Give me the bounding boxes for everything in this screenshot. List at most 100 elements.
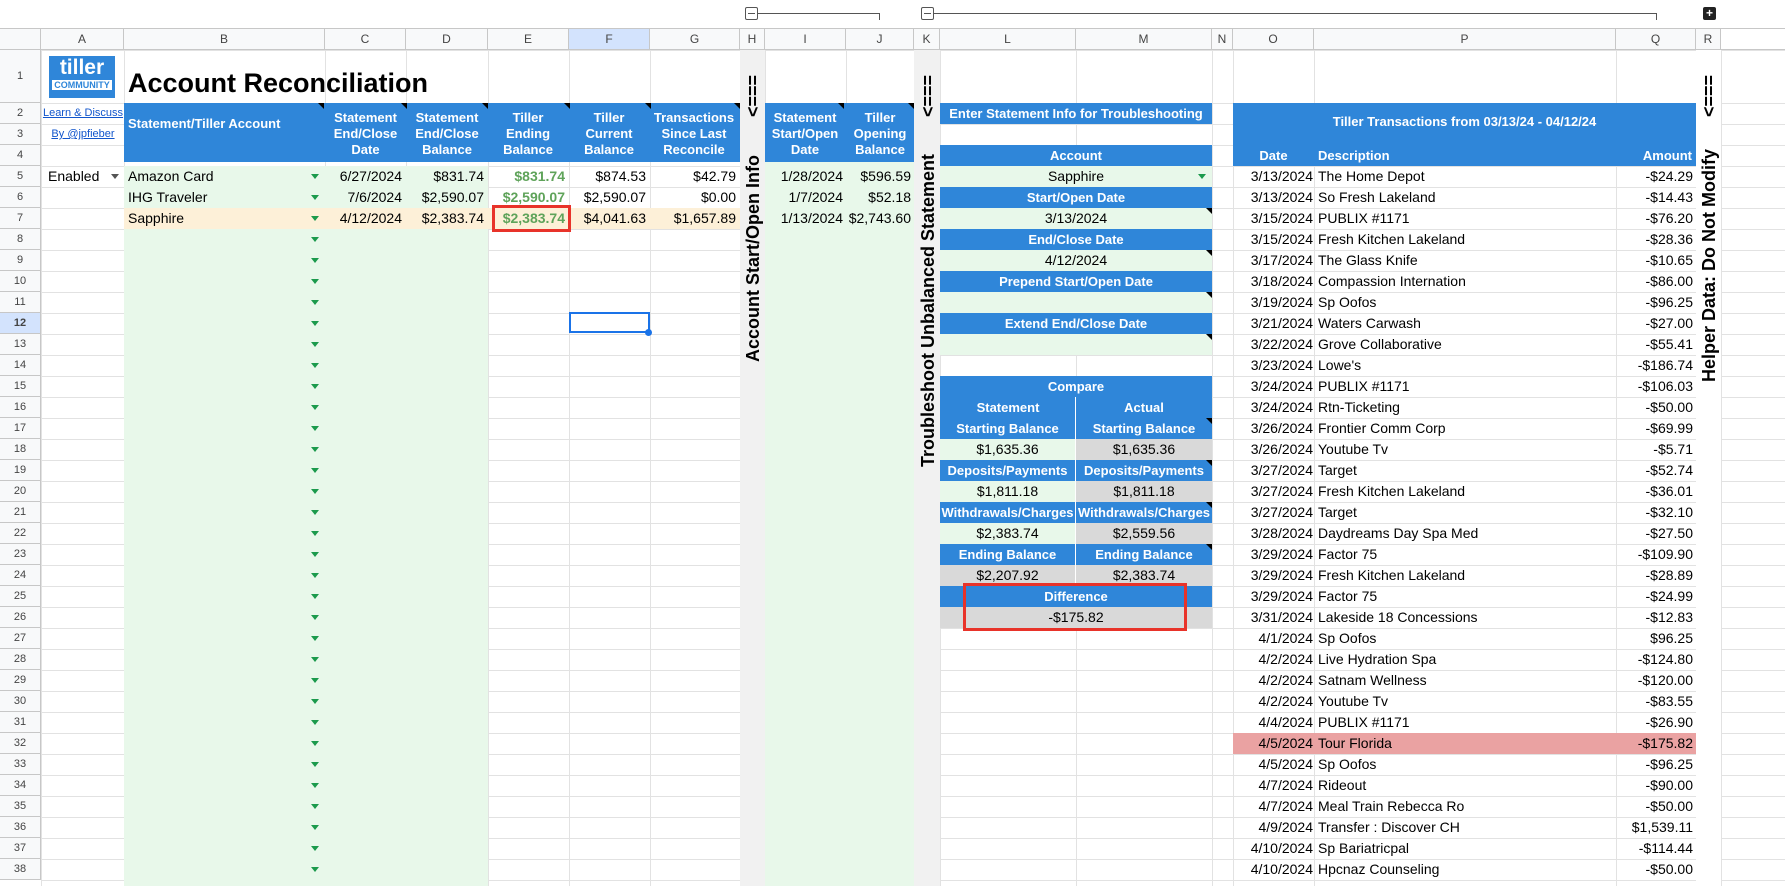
row-header-35[interactable]: 35 [0, 796, 41, 817]
end-date-cell[interactable]: 4/12/2024 [325, 208, 402, 229]
account-dropdown-icon[interactable] [311, 426, 319, 431]
column-header-o[interactable]: O [1233, 29, 1314, 50]
end-date-cell[interactable]: 6/27/2024 [325, 166, 402, 187]
column-header-f[interactable]: F [569, 29, 650, 50]
account-dropdown-icon[interactable] [311, 762, 319, 767]
column-header-b[interactable]: B [124, 29, 325, 50]
status-select[interactable]: Enabled [42, 166, 124, 187]
row-header-11[interactable]: 11 [0, 292, 41, 313]
row-header-33[interactable]: 33 [0, 754, 41, 775]
row-header-13[interactable]: 13 [0, 334, 41, 355]
account-dropdown-icon[interactable] [311, 258, 319, 263]
row-header-15[interactable]: 15 [0, 376, 41, 397]
row-header-7[interactable]: 7 [0, 208, 41, 229]
account-dropdown-icon[interactable] [311, 363, 319, 368]
selected-cell[interactable] [569, 312, 650, 333]
account-dropdown-icon[interactable] [311, 594, 319, 599]
author-link[interactable]: By @jpfieber [42, 128, 124, 140]
account-dropdown-icon[interactable] [311, 510, 319, 515]
account-dropdown-icon[interactable] [311, 804, 319, 809]
row-header-25[interactable]: 25 [0, 586, 41, 607]
account-dropdown-icon[interactable] [311, 615, 319, 620]
column-header-k[interactable]: K [914, 29, 940, 50]
row-header-26[interactable]: 26 [0, 607, 41, 628]
row-header-30[interactable]: 30 [0, 691, 41, 712]
account-dropdown-icon[interactable] [311, 321, 319, 326]
compare-statement-value[interactable]: $1,635.36 [940, 439, 1075, 460]
row-header-8[interactable]: 8 [0, 229, 41, 250]
column-header-g[interactable]: G [650, 29, 740, 50]
column-header-l[interactable]: L [940, 29, 1076, 50]
compare-statement-value[interactable]: $2,383.74 [940, 523, 1075, 544]
row-header-38[interactable]: 38 [0, 859, 41, 880]
prepend-date-input[interactable] [940, 292, 1212, 313]
column-header-m[interactable]: M [1076, 29, 1212, 50]
row-header-21[interactable]: 21 [0, 502, 41, 523]
account-dropdown-icon[interactable] [311, 720, 319, 725]
column-header-e[interactable]: E [488, 29, 569, 50]
start-date-cell[interactable]: 1/13/2024 [765, 208, 843, 229]
account-cell[interactable]: IHG Traveler [128, 187, 308, 208]
account-dropdown-icon[interactable] [311, 405, 319, 410]
account-dropdown-icon[interactable] [311, 657, 319, 662]
end-balance-cell[interactable]: $2,590.07 [406, 187, 484, 208]
column-header-a[interactable]: A [41, 29, 124, 50]
column-header-j[interactable]: J [846, 29, 914, 50]
end-balance-cell[interactable]: $831.74 [406, 166, 484, 187]
row-header-36[interactable]: 36 [0, 817, 41, 838]
row-header-5[interactable]: 5 [0, 166, 41, 187]
account-dropdown-icon[interactable] [311, 195, 319, 200]
row-header-18[interactable]: 18 [0, 439, 41, 460]
learn-discuss-link[interactable]: Learn & Discuss [42, 107, 124, 119]
account-dropdown-icon[interactable] [311, 678, 319, 683]
account-dropdown-icon[interactable] [311, 300, 319, 305]
account-dropdown-icon[interactable] [311, 636, 319, 641]
end-balance-cell[interactable]: $2,383.74 [406, 208, 484, 229]
account-dropdown-icon[interactable] [1198, 174, 1206, 179]
account-dropdown-icon[interactable] [311, 531, 319, 536]
column-header-d[interactable]: D [406, 29, 488, 50]
row-header-24[interactable]: 24 [0, 565, 41, 586]
row-header-6[interactable]: 6 [0, 187, 41, 208]
column-header-p[interactable]: P [1314, 29, 1616, 50]
account-dropdown-icon[interactable] [311, 573, 319, 578]
row-header-32[interactable]: 32 [0, 733, 41, 754]
row-header-4[interactable]: 4 [0, 145, 41, 166]
extend-date-input[interactable] [940, 334, 1212, 355]
account-dropdown-icon[interactable] [311, 783, 319, 788]
row-header-16[interactable]: 16 [0, 397, 41, 418]
row-header-23[interactable]: 23 [0, 544, 41, 565]
account-dropdown-icon[interactable] [311, 552, 319, 557]
row-header-28[interactable]: 28 [0, 649, 41, 670]
start-date-cell[interactable]: 1/28/2024 [765, 166, 843, 187]
start-date-cell[interactable]: 1/7/2024 [765, 187, 844, 208]
account-dropdown-icon[interactable] [311, 846, 319, 851]
row-header-10[interactable]: 10 [0, 271, 41, 292]
account-dropdown-icon[interactable] [311, 741, 319, 746]
row-header-3[interactable]: 3 [0, 124, 41, 145]
row-header-12[interactable]: 12 [0, 313, 41, 334]
collapse-group-2-icon[interactable] [921, 7, 934, 20]
account-dropdown-icon[interactable] [311, 489, 319, 494]
account-dropdown-icon[interactable] [311, 825, 319, 830]
expand-group-icon[interactable]: + [1703, 7, 1716, 20]
row-header-17[interactable]: 17 [0, 418, 41, 439]
fill-handle[interactable] [645, 329, 652, 336]
account-dropdown-icon[interactable] [311, 867, 319, 872]
account-dropdown-icon[interactable] [311, 468, 319, 473]
row-header-22[interactable]: 22 [0, 523, 41, 544]
row-header-19[interactable]: 19 [0, 460, 41, 481]
row-header-27[interactable]: 27 [0, 628, 41, 649]
column-header-h[interactable]: H [740, 29, 765, 50]
corner-cell[interactable] [0, 29, 41, 50]
end-date-cell[interactable]: 7/6/2024 [325, 187, 403, 208]
row-header-1[interactable]: 1 [0, 50, 41, 103]
account-dropdown-icon[interactable] [311, 279, 319, 284]
row-header-14[interactable]: 14 [0, 355, 41, 376]
column-header-c[interactable]: C [325, 29, 406, 50]
compare-statement-value[interactable]: $1,811.18 [940, 481, 1075, 502]
account-cell[interactable]: Sapphire [128, 208, 308, 229]
account-dropdown-icon[interactable] [311, 699, 319, 704]
row-header-31[interactable]: 31 [0, 712, 41, 733]
row-header-34[interactable]: 34 [0, 775, 41, 796]
